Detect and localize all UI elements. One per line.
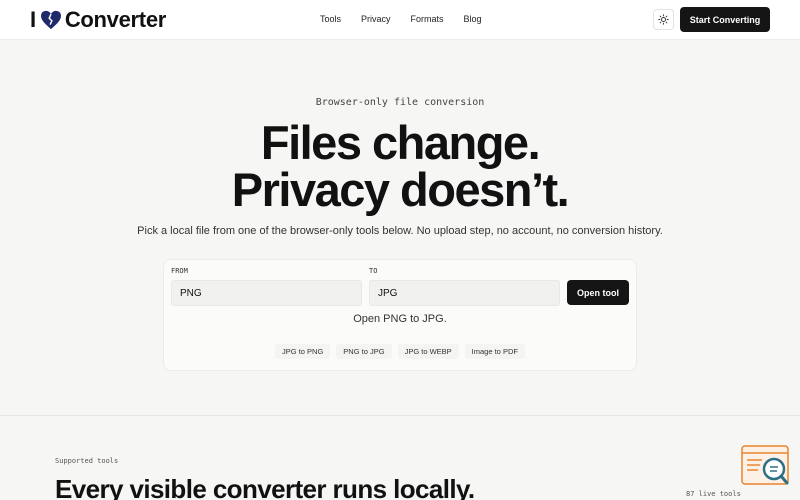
sun-icon bbox=[658, 14, 669, 25]
quick-links: JPG to PNG PNG to JPG JPG to WEBP Image … bbox=[163, 344, 637, 359]
nav-tools[interactable]: Tools bbox=[320, 12, 341, 26]
logo[interactable]: I Converter bbox=[30, 6, 166, 34]
quick-link-jpg-to-png[interactable]: JPG to PNG bbox=[275, 344, 331, 359]
open-tool-button[interactable]: Open tool bbox=[567, 280, 629, 305]
to-format-select[interactable]: JPG bbox=[369, 280, 560, 306]
hero-headline: Files change. Privacy doesn’t. bbox=[0, 119, 800, 213]
tool-count: 87 live tools bbox=[686, 490, 741, 498]
nav-formats[interactable]: Formats bbox=[411, 12, 444, 26]
hero-eyebrow: Browser-only file conversion bbox=[315, 97, 485, 108]
from-format-select[interactable]: PNG bbox=[171, 280, 362, 306]
section-divider bbox=[0, 415, 800, 416]
logo-name: Converter bbox=[64, 7, 167, 32]
from-label: FROM bbox=[171, 267, 188, 275]
search-widget-button[interactable] bbox=[740, 444, 790, 490]
quick-link-jpg-to-webp[interactable]: JPG to WEBP bbox=[397, 344, 459, 359]
nav-blog[interactable]: Blog bbox=[464, 12, 482, 26]
nav-privacy[interactable]: Privacy bbox=[361, 12, 391, 26]
site-header: I Converter Tools Privacy Formats Blog S… bbox=[0, 0, 800, 40]
hero-subtitle: Pick a local file from one of the browse… bbox=[137, 225, 663, 237]
to-label: TO bbox=[369, 267, 378, 275]
theme-toggle-button[interactable] bbox=[653, 9, 674, 30]
quick-link-png-to-jpg[interactable]: PNG to JPG bbox=[336, 344, 392, 359]
search-widget-icon bbox=[741, 445, 789, 485]
quick-link-image-to-pdf[interactable]: Image to PDF bbox=[464, 344, 525, 359]
section-label: Supported tools bbox=[55, 457, 119, 465]
headline-line-1: Files change. bbox=[260, 116, 541, 169]
main-nav: Tools Privacy Formats Blog bbox=[320, 12, 482, 26]
heart-icon bbox=[40, 10, 61, 30]
start-converting-button[interactable]: Start Converting bbox=[680, 7, 770, 32]
converter-status: Open PNG to JPG. bbox=[353, 313, 447, 325]
section-title: Every visible converter runs locally. bbox=[55, 474, 475, 500]
headline-line-2: Privacy doesn’t. bbox=[231, 163, 570, 216]
logo-prefix: I bbox=[30, 7, 36, 32]
